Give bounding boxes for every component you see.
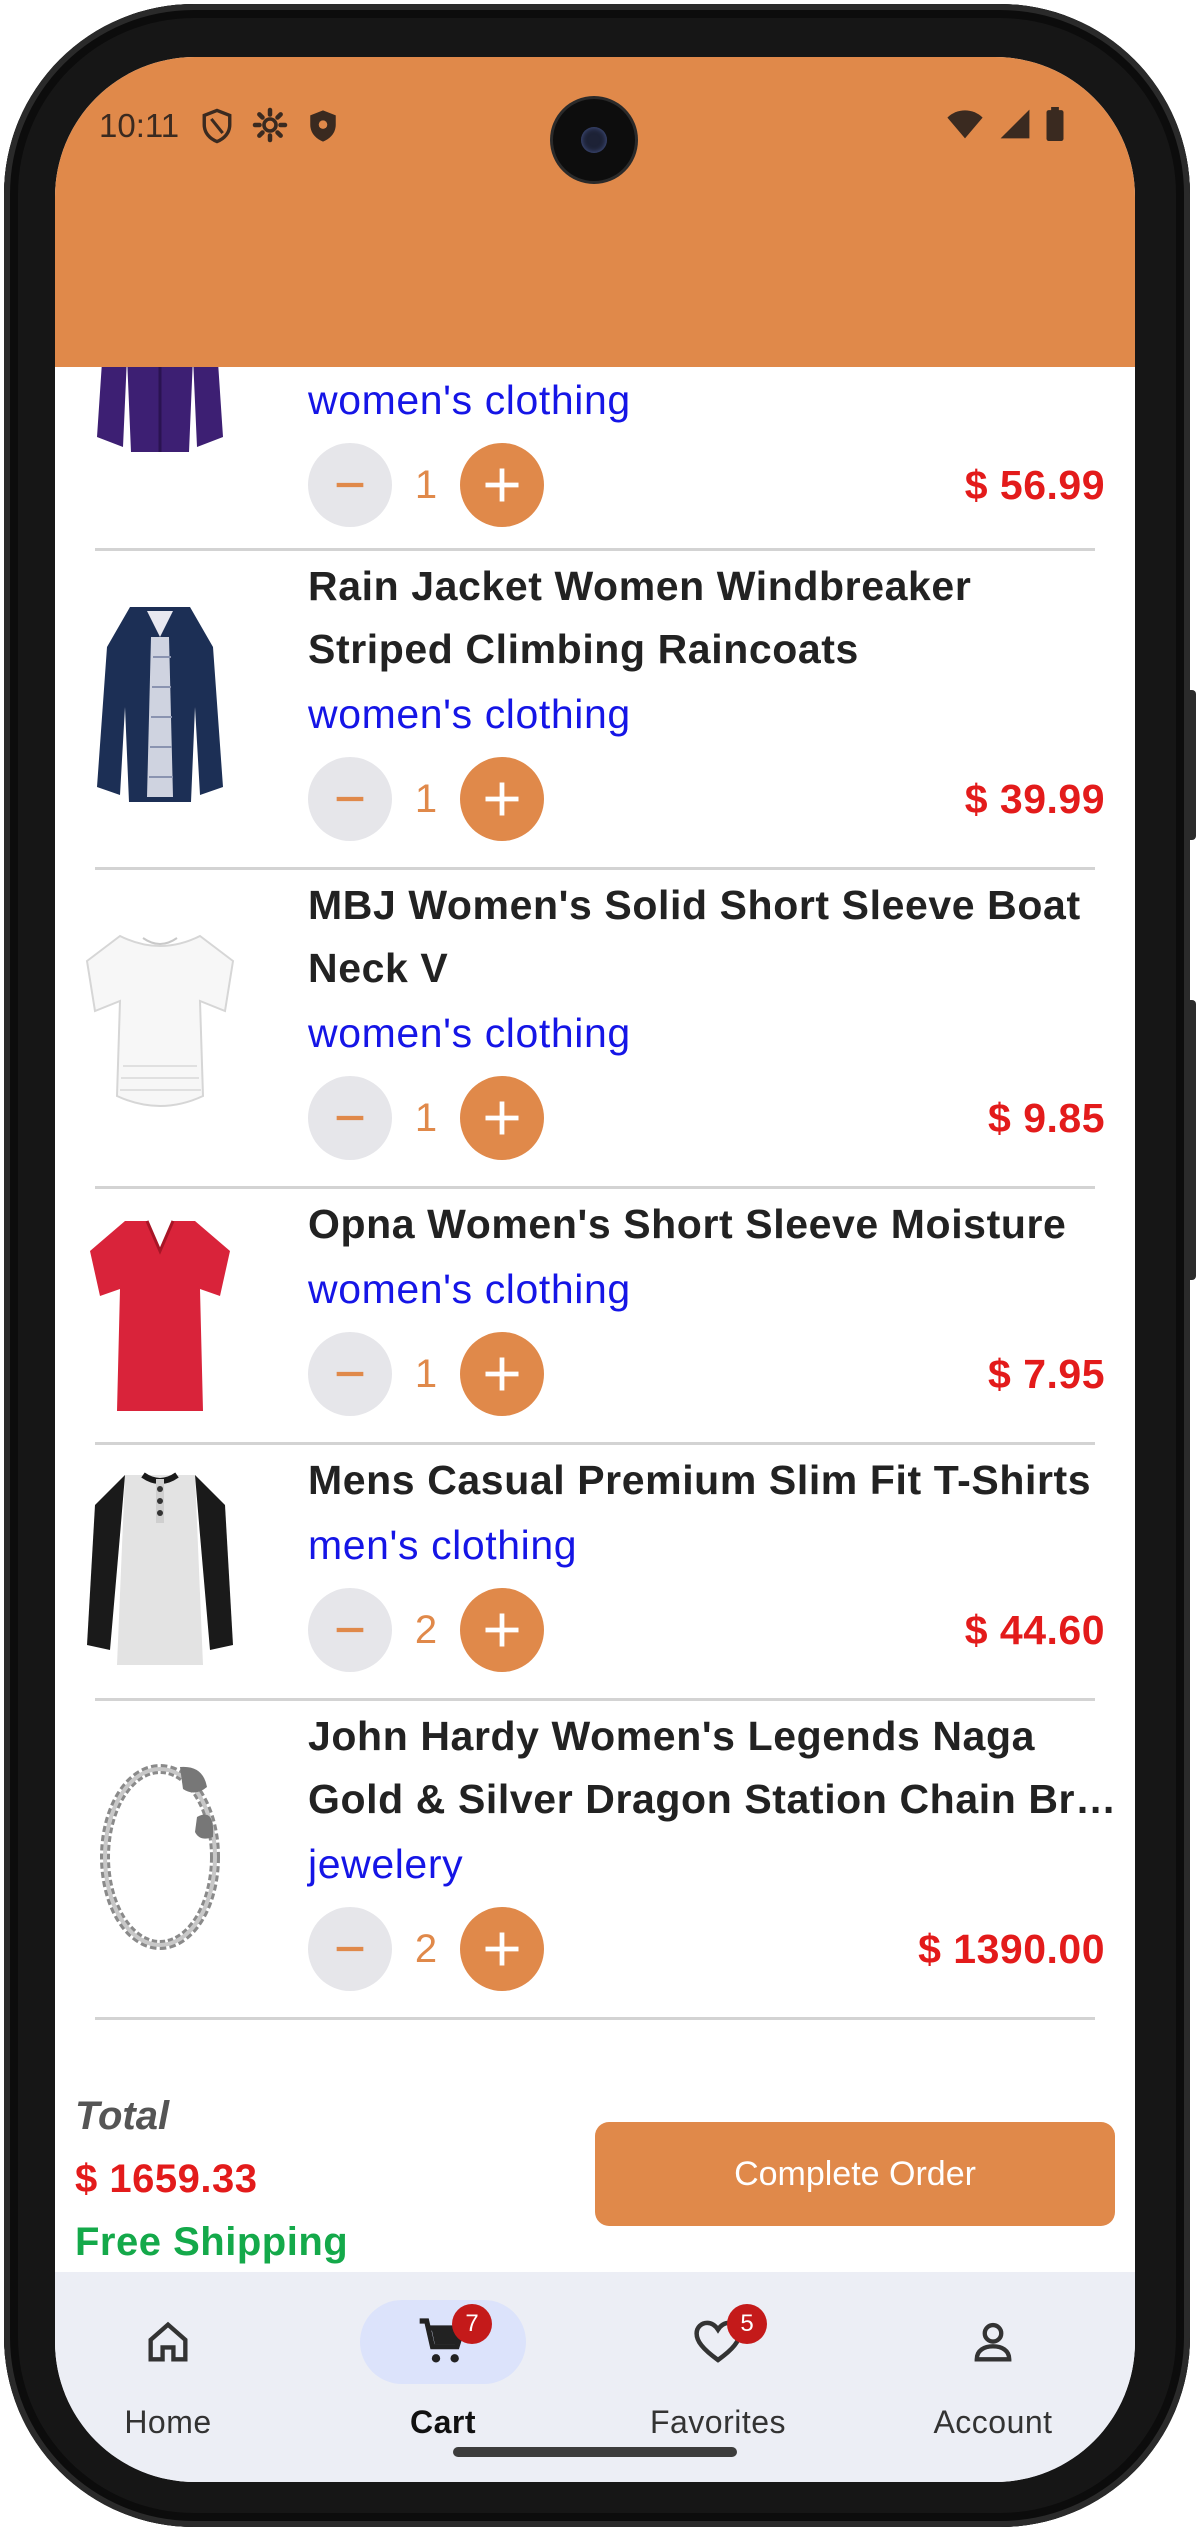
plus-icon bbox=[485, 782, 519, 816]
item-category: men's clothing bbox=[308, 1522, 578, 1568]
item-category: women's clothing bbox=[308, 691, 631, 737]
shield-filled-icon bbox=[306, 107, 340, 150]
cart-item[interactable]: women's clothing 1 $ 56.99 bbox=[55, 367, 1135, 527]
item-title-line-1: Rain Jacket Women Windbreaker bbox=[308, 563, 972, 609]
item-quantity: 1 bbox=[414, 776, 438, 821]
cart-item[interactable]: Opna Women's Short Sleeve Moisture women… bbox=[55, 1189, 1135, 1442]
nav-favorites[interactable]: 5 Favorites bbox=[618, 2300, 818, 2441]
total-label: Total bbox=[75, 2094, 170, 2138]
product-image bbox=[85, 934, 235, 1107]
nav-account[interactable]: Account bbox=[893, 2300, 1093, 2441]
item-quantity: 1 bbox=[414, 1095, 438, 1140]
minus-icon bbox=[336, 796, 364, 802]
product-image bbox=[87, 1472, 233, 1665]
increase-quantity-button[interactable] bbox=[460, 1907, 544, 1991]
home-icon bbox=[148, 2321, 188, 2362]
minus-icon bbox=[336, 1115, 364, 1121]
shield-outline-icon bbox=[200, 107, 234, 150]
item-price: $ 9.85 bbox=[988, 1095, 1105, 1141]
item-title-line-1: Mens Casual Premium Slim Fit T-Shirts bbox=[308, 1457, 1092, 1503]
person-icon bbox=[974, 2322, 1012, 2362]
item-category: jewelery bbox=[308, 1841, 464, 1887]
item-price: $ 39.99 bbox=[964, 776, 1105, 822]
home-gesture-bar[interactable] bbox=[453, 2447, 737, 2457]
settings-icon bbox=[252, 107, 288, 150]
nav-cart[interactable]: 7 Cart bbox=[343, 2300, 543, 2441]
minus-icon bbox=[336, 1946, 364, 1952]
minus-icon bbox=[336, 1371, 364, 1377]
decrease-quantity-button[interactable] bbox=[308, 1588, 392, 1672]
nav-cart-label: Cart bbox=[409, 2404, 476, 2440]
favorites-badge: 5 bbox=[727, 2304, 767, 2344]
total-value: $ 1659.33 bbox=[75, 2157, 258, 2201]
nav-account-label: Account bbox=[933, 2404, 1053, 2440]
item-quantity: 1 bbox=[414, 462, 438, 507]
nav-home-label: Home bbox=[124, 2404, 212, 2440]
cart-item[interactable]: Mens Casual Premium Slim Fit T-Shirts me… bbox=[55, 1445, 1135, 1698]
product-image bbox=[100, 1764, 220, 1950]
item-price: $ 56.99 bbox=[964, 462, 1105, 508]
item-price: $ 44.60 bbox=[964, 1607, 1105, 1653]
item-quantity: 2 bbox=[414, 1926, 438, 1971]
nav-favorites-label: Favorites bbox=[649, 2404, 787, 2440]
plus-icon bbox=[485, 1932, 519, 1966]
minus-icon bbox=[336, 482, 364, 488]
plus-icon bbox=[485, 1613, 519, 1647]
decrease-quantity-button[interactable] bbox=[308, 757, 392, 841]
item-title-line-2: Striped Climbing Raincoats bbox=[308, 626, 859, 672]
item-title-line-1: John Hardy Women's Legends Naga bbox=[308, 1713, 1036, 1759]
nav-home[interactable]: Home bbox=[68, 2300, 268, 2441]
increase-quantity-button[interactable] bbox=[460, 757, 544, 841]
increase-quantity-button[interactable] bbox=[460, 443, 544, 527]
signal-icon bbox=[999, 108, 1031, 145]
phone-frame: 10:11 women's clothing 1 $ 56.99 Rain Ja… bbox=[0, 0, 1198, 2531]
product-image bbox=[97, 367, 223, 452]
plus-icon bbox=[485, 1357, 519, 1391]
minus-icon bbox=[336, 1627, 364, 1633]
order-summary: Total $ 1659.33 Free Shipping Complete O… bbox=[55, 2082, 1135, 2272]
decrease-quantity-button[interactable] bbox=[308, 1332, 392, 1416]
cart-list[interactable]: women's clothing 1 $ 56.99 Rain Jacket W… bbox=[55, 367, 1135, 2082]
increase-quantity-button[interactable] bbox=[460, 1588, 544, 1672]
product-image bbox=[97, 607, 223, 802]
decrease-quantity-button[interactable] bbox=[308, 1076, 392, 1160]
front-camera bbox=[553, 99, 635, 181]
item-quantity: 1 bbox=[414, 1351, 438, 1396]
screen: 10:11 women's clothing 1 $ 56.99 Rain Ja… bbox=[55, 57, 1135, 2482]
battery-icon bbox=[1045, 107, 1065, 146]
decrease-quantity-button[interactable] bbox=[308, 1907, 392, 1991]
product-image bbox=[90, 1220, 230, 1411]
item-quantity: 2 bbox=[414, 1607, 438, 1652]
app-header: 10:11 bbox=[55, 57, 1135, 367]
plus-icon bbox=[485, 468, 519, 502]
cart-item[interactable]: John Hardy Women's Legends Naga Gold & S… bbox=[55, 1701, 1135, 2017]
increase-quantity-button[interactable] bbox=[460, 1076, 544, 1160]
status-time: 10:11 bbox=[99, 107, 180, 144]
item-category: women's clothing bbox=[308, 377, 631, 423]
item-category: women's clothing bbox=[308, 1266, 631, 1312]
cart-badge: 7 bbox=[452, 2304, 492, 2344]
item-price: $ 1390.00 bbox=[918, 1926, 1105, 1972]
increase-quantity-button[interactable] bbox=[460, 1332, 544, 1416]
decrease-quantity-button[interactable] bbox=[308, 443, 392, 527]
complete-order-button[interactable]: Complete Order bbox=[595, 2122, 1115, 2226]
wifi-icon bbox=[945, 108, 985, 145]
item-title-line-1: Opna Women's Short Sleeve Moisture bbox=[308, 1201, 1067, 1247]
item-category: women's clothing bbox=[308, 1010, 631, 1056]
item-title-line-2: Neck V bbox=[308, 945, 449, 991]
shipping-status: Free Shipping bbox=[75, 2220, 349, 2264]
item-divider bbox=[95, 2017, 1095, 2020]
item-price: $ 7.95 bbox=[988, 1351, 1105, 1397]
item-title-line-1: MBJ Women's Solid Short Sleeve Boat bbox=[308, 882, 1081, 928]
cart-item[interactable]: MBJ Women's Solid Short Sleeve Boat Neck… bbox=[55, 870, 1135, 1186]
cart-item[interactable]: Rain Jacket Women Windbreaker Striped Cl… bbox=[55, 551, 1135, 867]
item-title-line-2: Gold & Silver Dragon Station Chain Bra..… bbox=[308, 1776, 1118, 1822]
plus-icon bbox=[485, 1101, 519, 1135]
